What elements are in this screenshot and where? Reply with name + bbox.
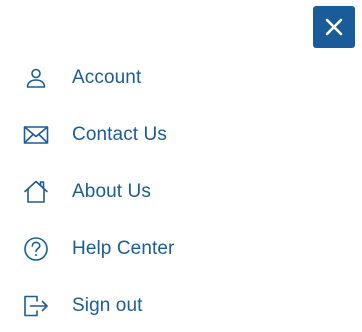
home-icon [22, 178, 50, 206]
menu-item-label: Account [72, 66, 142, 88]
menu-item-label: Contact Us [72, 123, 167, 145]
menu-item-about-us[interactable]: About Us [0, 163, 362, 220]
menu-item-sign-out[interactable]: Sign out [0, 277, 362, 332]
close-icon [324, 17, 344, 37]
menu-item-contact-us[interactable]: Contact Us [0, 106, 362, 163]
close-button[interactable] [313, 6, 355, 48]
menu-item-label: About Us [72, 180, 151, 202]
help-icon [22, 235, 50, 263]
menu-item-label: Help Center [72, 237, 175, 259]
sign-out-icon [22, 292, 50, 320]
menu-item-account[interactable]: Account [0, 49, 362, 106]
user-icon [22, 64, 50, 92]
envelope-icon [22, 121, 50, 149]
menu-item-label: Sign out [72, 294, 143, 316]
menu-item-help-center[interactable]: Help Center [0, 220, 362, 277]
side-menu: Account Contact Us About Us Help Center … [0, 49, 362, 332]
